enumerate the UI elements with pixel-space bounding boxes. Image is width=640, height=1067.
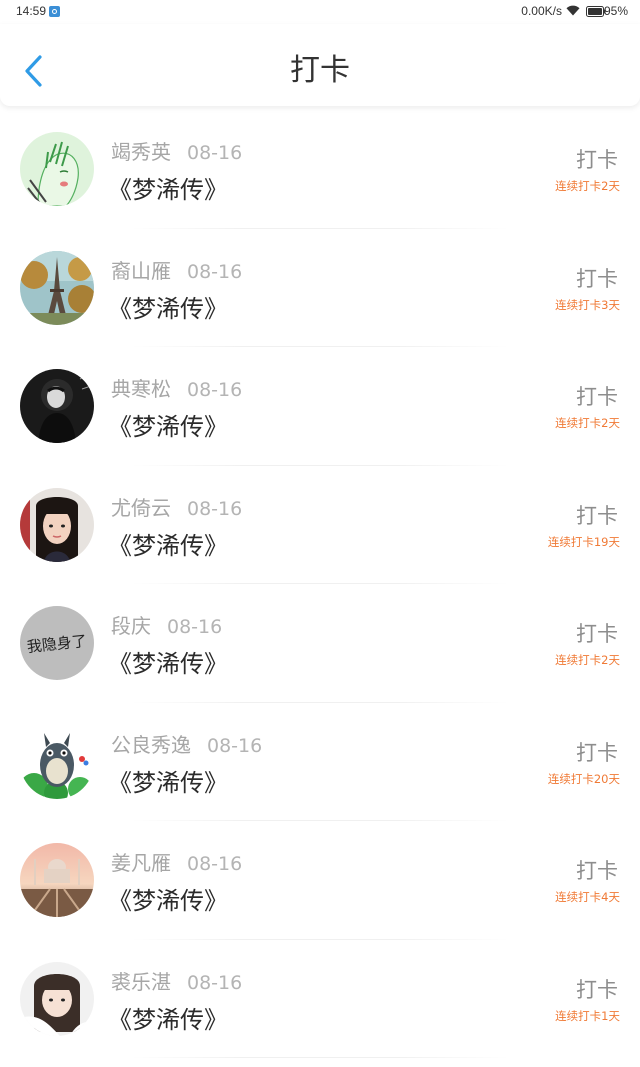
avatar[interactable] (20, 843, 94, 917)
divider (130, 1057, 510, 1058)
page-title: 打卡 (290, 53, 350, 88)
checkin-button[interactable]: 打卡 (576, 263, 618, 293)
checkin-date: 08-16 (207, 734, 263, 757)
checkin-date: 08-16 (167, 616, 223, 638)
book-title[interactable]: 《梦浠传》 (108, 526, 228, 561)
list-item[interactable]: 我隐身了 段庆 08-16 《梦浠传》 打卡 连续打卡2天 (0, 584, 640, 703)
list-item[interactable]: 竭秀英 08-16 《梦浠传》 打卡 连续打卡2天 (0, 110, 640, 229)
streak-label: 连续打卡19天 (547, 534, 620, 549)
streak-label: 连续打卡2天 (555, 179, 620, 193)
checkin-date: 08-16 (187, 379, 243, 401)
streak-label: 连续打卡1天 (555, 1008, 620, 1023)
book-title[interactable]: 《梦浠传》 (108, 881, 228, 916)
book-title[interactable]: 《梦浠传》 (108, 1000, 228, 1035)
checkin-date: 08-16 (187, 497, 243, 520)
user-name[interactable]: 裘乐湛 (111, 970, 171, 994)
user-name[interactable]: 典寒松 (111, 377, 171, 401)
user-name[interactable]: 裔山雁 (111, 259, 171, 283)
checkin-button[interactable]: 打卡 (576, 144, 618, 174)
checkin-date: 08-16 (187, 260, 243, 283)
book-title[interactable]: 《梦浠传》 (108, 644, 228, 679)
user-name[interactable]: 尤倚云 (111, 496, 171, 520)
avatar[interactable] (20, 250, 94, 325)
streak-label: 连续打卡3天 (555, 297, 620, 312)
notification-icon (49, 6, 60, 17)
book-title[interactable]: 《梦浠传》 (108, 763, 228, 798)
checkin-button[interactable]: 打卡 (576, 500, 618, 530)
list-item[interactable]: 裔山雁 08-16 《梦浠传》 打卡 连续打卡3天 (0, 229, 640, 347)
streak-label: 连续打卡2天 (555, 653, 620, 667)
status-time: 14:59 (16, 4, 47, 18)
list-item[interactable]: 典寒松 08-16 《梦浠传》 打卡 连续打卡2天 (0, 347, 640, 466)
book-title[interactable]: 《梦浠传》 (108, 407, 228, 442)
list-item[interactable]: 尤倚云 08-16 《梦浠传》 打卡 连续打卡19天 (0, 466, 640, 584)
checkin-date: 08-16 (187, 853, 243, 875)
list-item[interactable]: 公良秀逸 08-16 《梦浠传》 打卡 连续打卡20天 (0, 703, 640, 821)
user-name[interactable]: 段庆 (111, 614, 151, 638)
book-title[interactable]: 《梦浠传》 (108, 289, 228, 324)
net-speed: 0.00K/s (521, 4, 562, 18)
checkin-button[interactable]: 打卡 (576, 855, 618, 885)
streak-label: 连续打卡4天 (555, 890, 620, 904)
checkin-list: 竭秀英 08-16 《梦浠传》 打卡 连续打卡2天 裔山雁 08-16 《梦浠传》 … (0, 110, 640, 1058)
avatar[interactable] (20, 132, 94, 206)
avatar[interactable]: 我隐身了 (20, 606, 94, 680)
user-name[interactable]: 公良秀逸 (111, 733, 191, 757)
user-name[interactable]: 姜凡雁 (111, 851, 171, 875)
checkin-date: 08-16 (187, 971, 243, 994)
list-item[interactable]: 姜凡雁 08-16 《梦浠传》 打卡 连续打卡4天 (0, 821, 640, 940)
avatar[interactable] (20, 961, 94, 1036)
checkin-date: 08-16 (187, 142, 243, 164)
checkin-button[interactable]: 打卡 (576, 618, 618, 648)
wifi-icon (566, 5, 580, 16)
streak-label: 连续打卡20天 (547, 771, 620, 786)
user-name[interactable]: 竭秀英 (111, 140, 171, 164)
avatar[interactable] (20, 369, 94, 443)
checkin-button[interactable]: 打卡 (576, 974, 618, 1004)
avatar[interactable] (20, 724, 94, 799)
book-title[interactable]: 《梦浠传》 (108, 170, 228, 205)
battery-percent: 95% (603, 4, 628, 18)
status-bar: 14:59 0.00K/s 95% (0, 0, 640, 24)
streak-label: 连续打卡2天 (555, 416, 620, 430)
checkin-button[interactable]: 打卡 (576, 381, 618, 411)
list-item[interactable]: 裘乐湛 08-16 《梦浠传》 打卡 连续打卡1天 (0, 940, 640, 1058)
checkin-button[interactable]: 打卡 (576, 737, 618, 767)
nav-bar: 打卡 (0, 24, 640, 106)
avatar[interactable] (20, 487, 94, 562)
